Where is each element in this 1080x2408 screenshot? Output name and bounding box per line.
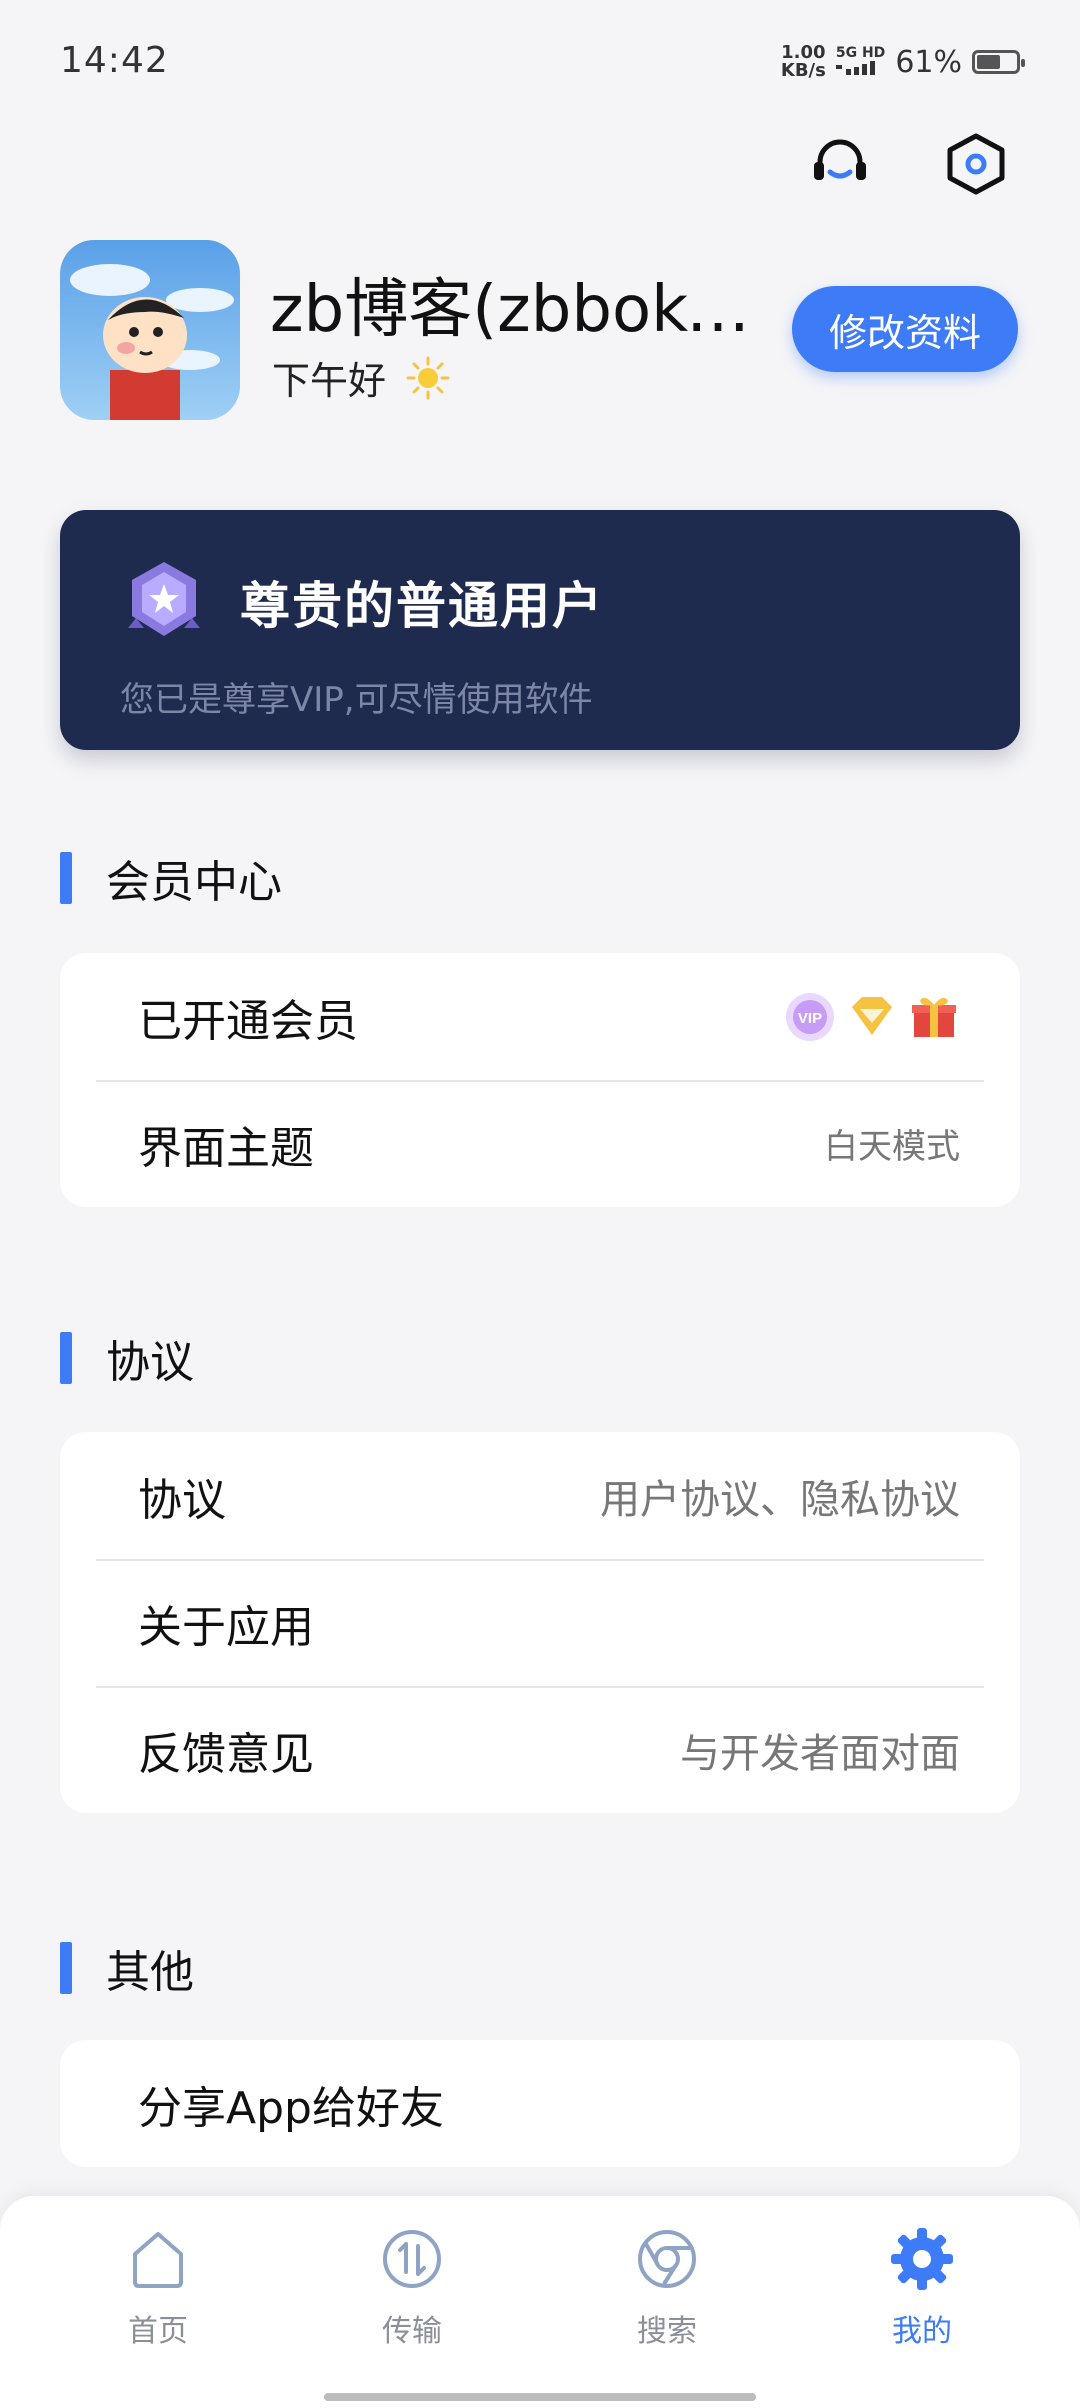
gear-icon <box>891 2228 953 2290</box>
search-icon <box>638 2230 696 2288</box>
nav-transfer[interactable]: 传输 <box>327 2226 497 2350</box>
section-title-other: 其他 <box>60 1936 194 2000</box>
vip-badge-icon: VIP <box>786 992 834 1041</box>
greeting: 下午好 <box>272 350 450 405</box>
status-indicators: 1.00 KB/s 5G HD 61% <box>780 42 1025 81</box>
transfer-icon <box>383 2230 441 2288</box>
list-item-member[interactable]: 已开通会员 VIP <box>60 953 1020 1080</box>
greeting-text: 下午好 <box>272 359 387 403</box>
nav-home[interactable]: 首页 <box>73 2226 243 2350</box>
network-speed: 1.00 KB/s <box>780 42 826 81</box>
agreement-card: 协议 用户协议、隐私协议 关于应用 反馈意见 与开发者面对面 <box>60 1432 1020 1813</box>
vip-title: 尊贵的普通用户 <box>240 577 604 635</box>
list-item-theme[interactable]: 界面主题 白天模式 <box>60 1080 1020 1207</box>
list-item-feedback[interactable]: 反馈意见 与开发者面对面 <box>60 1686 1020 1813</box>
home-indicator[interactable] <box>324 2393 756 2401</box>
signal-icon <box>835 61 875 75</box>
vip-subtitle: 您已是尊享VIP,可尽情使用软件 <box>120 680 593 720</box>
network-type: 5G HD <box>835 45 885 79</box>
vip-medal-icon <box>122 558 206 642</box>
headset-icon[interactable] <box>804 128 876 200</box>
settings-hexagon-icon[interactable] <box>940 128 1012 200</box>
other-card: 分享App给好友 <box>60 2040 1020 2167</box>
nav-mine[interactable]: 我的 <box>837 2226 1007 2350</box>
list-item-about[interactable]: 关于应用 <box>60 1559 1020 1686</box>
section-accent-bar <box>60 852 72 904</box>
member-badges: VIP <box>784 991 960 1043</box>
section-accent-bar <box>60 1332 72 1384</box>
sun-icon <box>406 356 450 399</box>
bottom-nav: 首页 传输 搜索 我的 <box>0 2196 1080 2408</box>
vip-card[interactable]: 尊贵的普通用户 您已是尊享VIP,可尽情使用软件 <box>60 510 1020 750</box>
diamond-badge-icon <box>852 996 892 1035</box>
username: zb博客(zbboke… <box>270 273 780 347</box>
list-item-share[interactable]: 分享App给好友 <box>60 2040 1020 2167</box>
edit-profile-button[interactable]: 修改资料 <box>792 286 1018 372</box>
member-card: 已开通会员 VIP 界面主题 白天模式 <box>60 953 1020 1207</box>
status-time: 14:42 <box>60 40 169 81</box>
section-accent-bar <box>60 1942 72 1994</box>
battery-percent: 61% <box>895 44 962 80</box>
section-title-member: 会员中心 <box>60 846 282 910</box>
list-item-agreement[interactable]: 协议 用户协议、隐私协议 <box>60 1432 1020 1559</box>
battery-icon <box>972 50 1025 74</box>
section-title-agreement: 协议 <box>60 1326 194 1390</box>
gift-icon <box>912 997 956 1037</box>
nav-search[interactable]: 搜索 <box>582 2226 752 2350</box>
vip-badge-text: VIP <box>798 1010 822 1027</box>
avatar[interactable] <box>60 240 240 420</box>
home-icon <box>133 2232 183 2288</box>
